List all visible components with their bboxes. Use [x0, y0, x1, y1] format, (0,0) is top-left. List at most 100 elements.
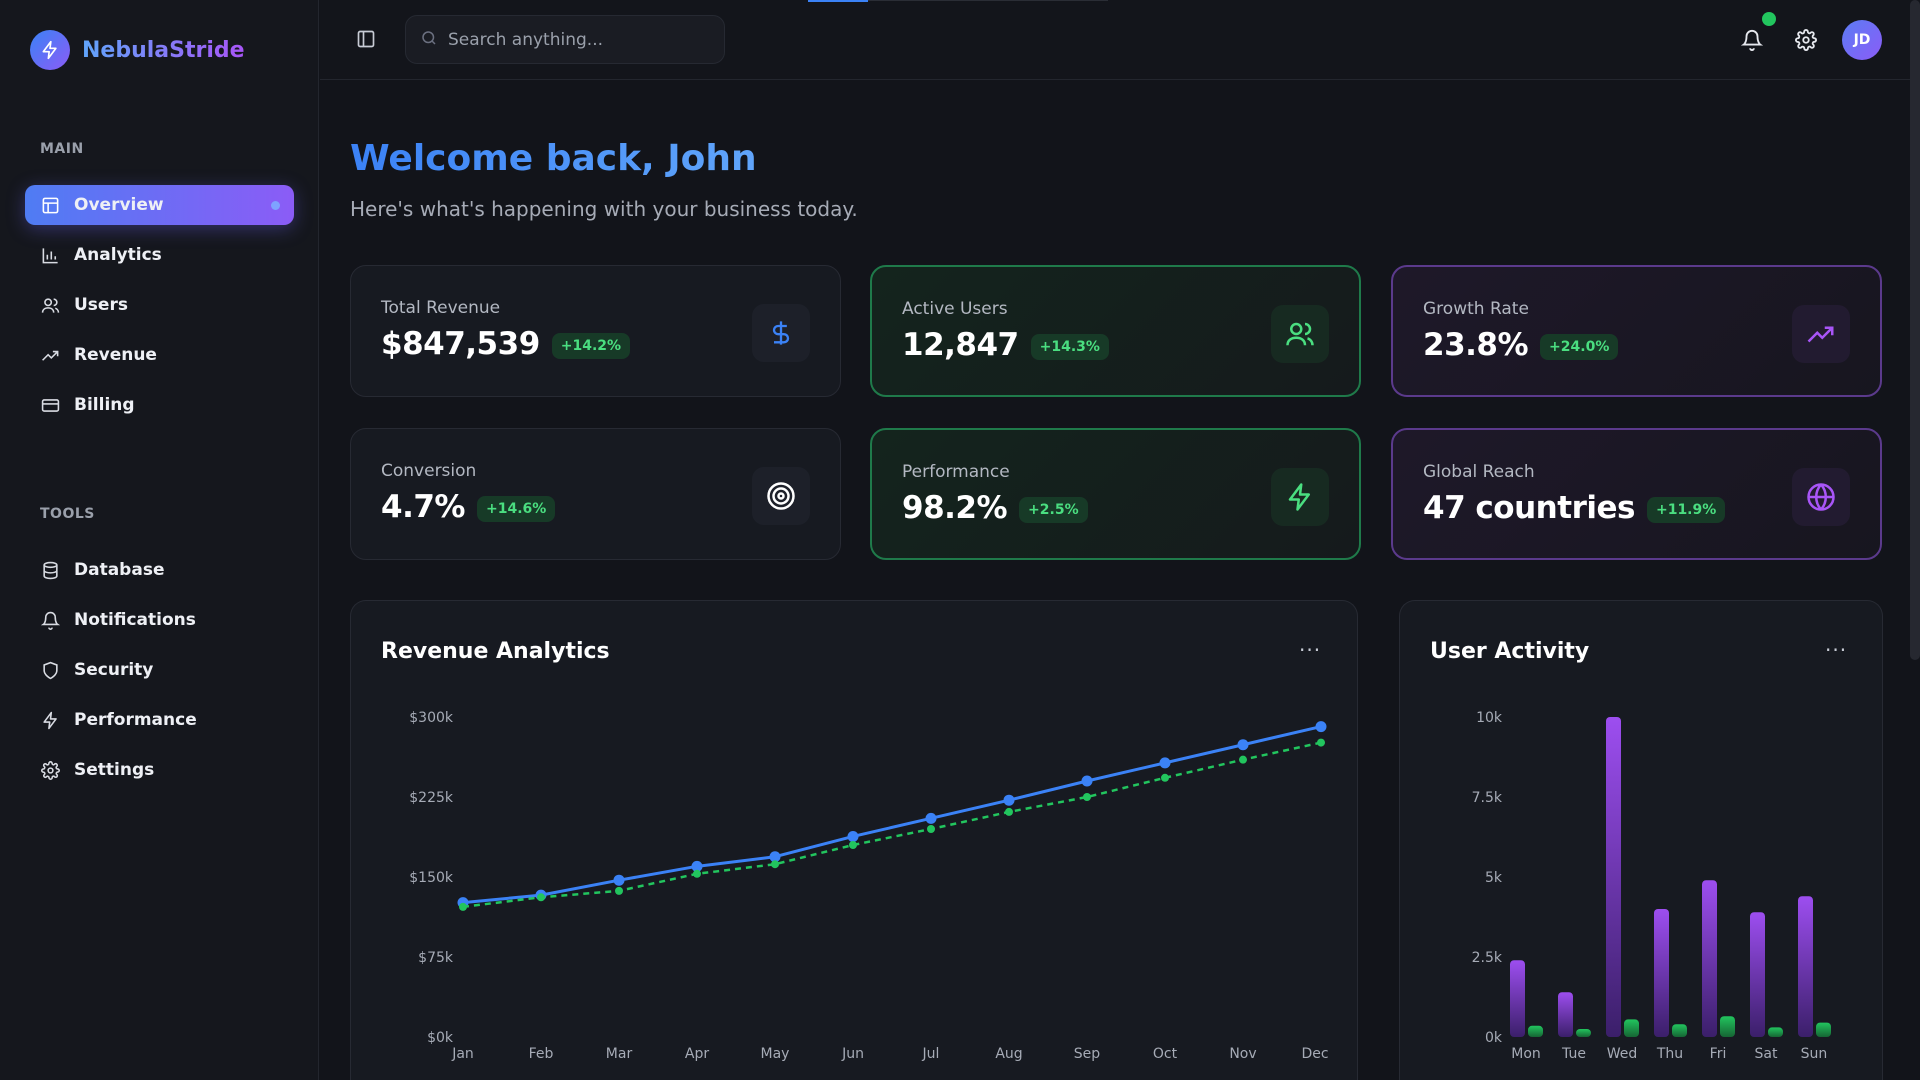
sidebar-item-performance[interactable]: Performance	[25, 700, 294, 740]
target-icon	[752, 467, 810, 525]
data-point	[1005, 807, 1013, 816]
data-point	[925, 812, 937, 824]
x-tick-label: Fri	[1710, 1046, 1727, 1062]
bar-secondary	[1624, 1019, 1639, 1037]
bar-primary	[1606, 717, 1621, 1037]
series-line	[462, 741, 1322, 909]
x-tick-label: Sat	[1755, 1046, 1778, 1062]
notification-badge	[1762, 12, 1776, 26]
stat-change-badge: +14.6%	[476, 495, 556, 522]
loading-indicator	[808, 0, 868, 2]
zap-icon	[1271, 468, 1329, 526]
users-icon	[1271, 305, 1329, 363]
data-point	[1317, 738, 1325, 747]
x-tick-label: Jun	[841, 1046, 864, 1062]
sidebar-item-revenue[interactable]: Revenue	[25, 335, 294, 375]
stat-card-performance[interactable]: Performance 98.2% +2.5%	[870, 428, 1361, 560]
data-point	[1003, 794, 1015, 806]
layout-icon	[40, 195, 60, 215]
gear-icon[interactable]	[1795, 29, 1817, 51]
page-title: Welcome back, John	[350, 138, 757, 179]
stat-card-conversion[interactable]: Conversion 4.7% +14.6%	[350, 428, 841, 560]
sidebar-item-overview[interactable]: Overview	[25, 185, 294, 225]
stat-card-total-revenue[interactable]: Total Revenue $847,539 +14.2%	[350, 265, 841, 397]
bar-chart-icon	[40, 245, 60, 265]
x-tick-label: Dec	[1301, 1046, 1328, 1062]
bar-primary	[1654, 909, 1669, 1037]
sidebar-item-label: Billing	[74, 395, 135, 415]
bar-primary	[1558, 992, 1573, 1037]
bar-primary	[1702, 880, 1717, 1037]
y-tick-label: $300k	[409, 710, 454, 726]
x-tick-label: Thu	[1656, 1046, 1683, 1062]
search-input[interactable]	[448, 29, 708, 50]
x-tick-label: May	[761, 1046, 790, 1062]
sidebar-item-label: Overview	[74, 195, 164, 215]
bell-icon[interactable]	[1740, 29, 1764, 51]
data-point	[1159, 757, 1171, 769]
stat-card-active-users[interactable]: Active Users 12,847 +14.3%	[870, 265, 1361, 397]
sidebar-item-label: Settings	[74, 760, 155, 780]
stat-label: Total Revenue	[381, 298, 501, 318]
x-tick-label: Sun	[1801, 1046, 1828, 1062]
credit-card-icon	[40, 395, 60, 415]
x-tick-label: Feb	[529, 1046, 554, 1062]
stat-label: Growth Rate	[1423, 299, 1529, 319]
bar-secondary	[1576, 1029, 1591, 1037]
search-box[interactable]	[405, 15, 725, 64]
y-tick-label: $150k	[409, 870, 454, 886]
stat-card-global-reach[interactable]: Global Reach 47 countries +11.9%	[1391, 428, 1882, 560]
x-tick-label: Mar	[606, 1046, 633, 1062]
data-point	[847, 830, 859, 842]
stat-label: Performance	[902, 462, 1010, 482]
sidebar-item-settings[interactable]: Settings	[25, 750, 294, 790]
y-tick-label: 2.5k	[1472, 950, 1503, 966]
database-icon	[40, 560, 60, 580]
brand[interactable]: NebulaStride	[30, 30, 245, 70]
loading-track	[868, 0, 1108, 1]
data-point	[1237, 739, 1249, 751]
y-tick-label: 0k	[1485, 1030, 1503, 1046]
section-label-main: MAIN	[40, 141, 84, 157]
brand-logo-icon	[30, 30, 70, 70]
stat-change-badge: +2.5%	[1019, 496, 1088, 523]
bar-secondary	[1816, 1022, 1831, 1037]
sidebar-item-security[interactable]: Security	[25, 650, 294, 690]
sidebar-item-database[interactable]: Database	[25, 550, 294, 590]
bell-icon	[40, 610, 60, 630]
search-icon	[420, 29, 438, 51]
sidebar-item-label: Users	[74, 295, 128, 315]
data-point	[693, 869, 701, 878]
section-label-tools: TOOLS	[40, 506, 95, 522]
y-tick-label: $75k	[418, 950, 454, 966]
stat-card-growth-rate[interactable]: Growth Rate 23.8% +24.0%	[1391, 265, 1882, 397]
sidebar-item-label: Revenue	[74, 345, 157, 365]
y-tick-label: 7.5k	[1472, 790, 1503, 806]
stat-value: 98.2% +2.5%	[902, 490, 1088, 526]
avatar[interactable]: JD	[1842, 20, 1882, 60]
zap-icon	[40, 710, 60, 730]
stat-value: 23.8% +24.0%	[1423, 327, 1619, 363]
data-point	[537, 893, 545, 902]
scrollbar[interactable]	[1910, 0, 1920, 660]
brand-name: NebulaStride	[82, 37, 245, 63]
data-point	[1083, 793, 1091, 801]
active-indicator	[271, 201, 280, 210]
sidebar-item-analytics[interactable]: Analytics	[25, 235, 294, 275]
x-tick-label: Jul	[922, 1046, 940, 1062]
x-tick-label: Nov	[1229, 1046, 1256, 1062]
sidebar-toggle-icon[interactable]	[356, 29, 376, 49]
x-tick-label: Aug	[995, 1046, 1022, 1062]
sidebar-item-label: Analytics	[74, 245, 162, 265]
bar-secondary	[1672, 1024, 1687, 1037]
sidebar-item-users[interactable]: Users	[25, 285, 294, 325]
users-icon	[40, 295, 60, 315]
trending-up-icon	[40, 345, 60, 365]
shield-icon	[40, 660, 60, 680]
sidebar-item-billing[interactable]: Billing	[25, 385, 294, 425]
stat-label: Conversion	[381, 461, 477, 481]
sidebar-item-notifications[interactable]: Notifications	[25, 600, 294, 640]
dollar-icon	[752, 304, 810, 362]
data-point	[459, 902, 467, 911]
stat-change-badge: +24.0%	[1540, 333, 1619, 360]
